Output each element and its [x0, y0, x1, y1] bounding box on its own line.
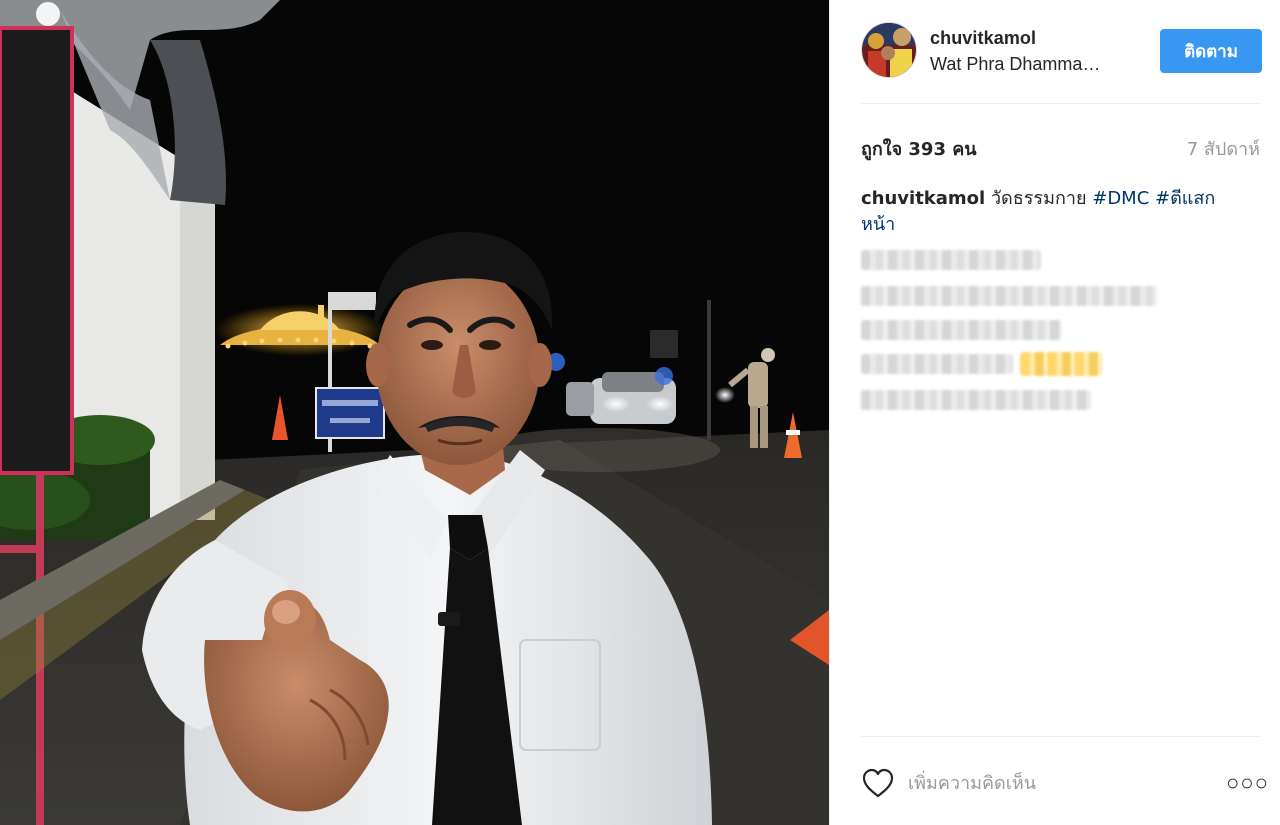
more-horizontal-icon[interactable]: ○○○	[1226, 770, 1268, 796]
redacted-line	[861, 390, 1091, 410]
heart-outline-icon[interactable]	[861, 767, 895, 799]
hashtag-link[interactable]: #DMC	[1092, 188, 1149, 209]
post-location[interactable]: Wat Phra Dhamma…	[930, 54, 1140, 75]
redacted-line	[861, 354, 1013, 374]
post-photo[interactable]	[0, 0, 829, 825]
post-header: chuvitkamol Wat Phra Dhamma… ติดตาม	[861, 22, 1262, 80]
likes-count[interactable]: ถูกใจ 393 คน	[861, 134, 977, 163]
comment-input[interactable]	[908, 768, 1208, 798]
caption-username[interactable]: chuvitkamol	[861, 188, 985, 209]
redacted-line	[861, 320, 1061, 340]
redacted-line	[861, 286, 1157, 306]
redacted-line	[861, 250, 1041, 270]
post-time[interactable]: 7 สัปดาห์	[1187, 134, 1260, 163]
post-details-panel: chuvitkamol Wat Phra Dhamma… ติดตาม ถูกใ…	[829, 0, 1280, 825]
photo-scene	[0, 0, 829, 825]
post-username[interactable]: chuvitkamol	[930, 28, 1036, 49]
follow-button[interactable]: ติดตาม	[1160, 29, 1262, 73]
avatar-image	[862, 23, 916, 77]
post-caption: chuvitkamol วัดธรรมกาย #DMC #ตีแสกหน้า	[861, 186, 1241, 238]
profile-avatar[interactable]	[861, 22, 917, 78]
caption-text: วัดธรรมกาย	[990, 188, 1087, 209]
redacted-emoji	[1020, 352, 1102, 376]
header-divider	[861, 103, 1261, 104]
comment-divider	[861, 736, 1261, 737]
